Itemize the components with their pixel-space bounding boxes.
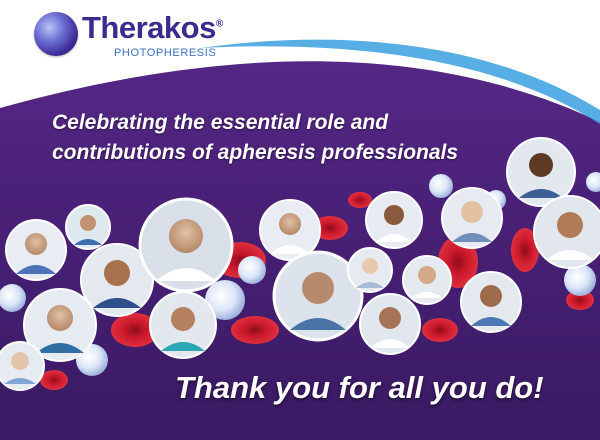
thank-you-message: Thank you for all you do! (175, 370, 544, 405)
banner: Therakos® PHOTOPHERESIS Celebrating the … (0, 0, 600, 440)
